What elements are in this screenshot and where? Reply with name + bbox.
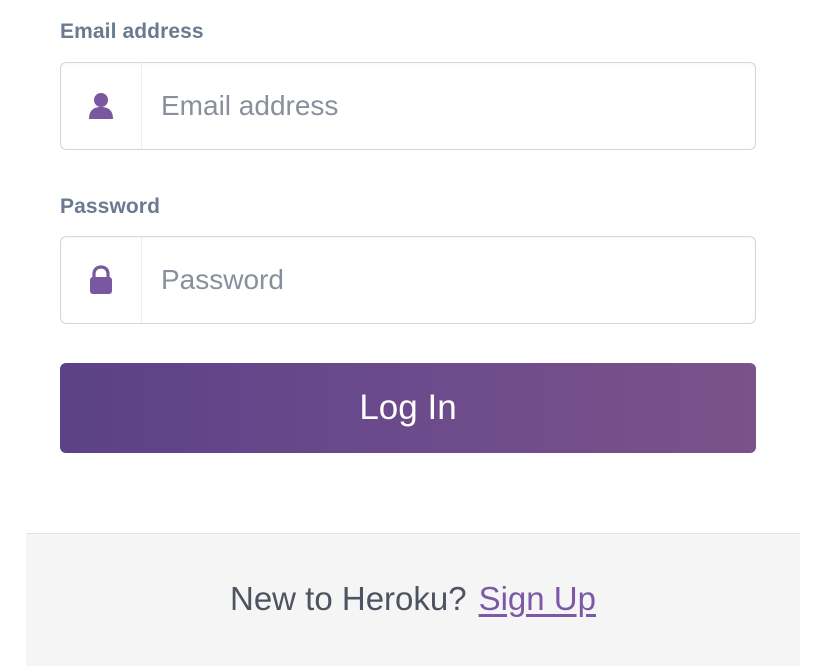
- signup-prompt-row: New to Heroku? Sign Up: [26, 580, 800, 618]
- email-input[interactable]: [142, 63, 755, 149]
- user-icon: [61, 63, 142, 149]
- email-label: Email address: [60, 20, 204, 43]
- signup-prompt: New to Heroku?: [229, 580, 467, 617]
- email-field[interactable]: [60, 62, 756, 150]
- signup-footer: New to Heroku? Sign Up: [26, 533, 800, 666]
- password-label: Password: [60, 195, 161, 218]
- signup-link[interactable]: Sign Up: [479, 580, 596, 617]
- password-field[interactable]: [60, 236, 756, 324]
- login-page: Email address Password Log In: [0, 0, 822, 666]
- lock-icon: [61, 237, 142, 323]
- login-button[interactable]: Log In: [60, 363, 756, 453]
- password-input[interactable]: [142, 237, 755, 323]
